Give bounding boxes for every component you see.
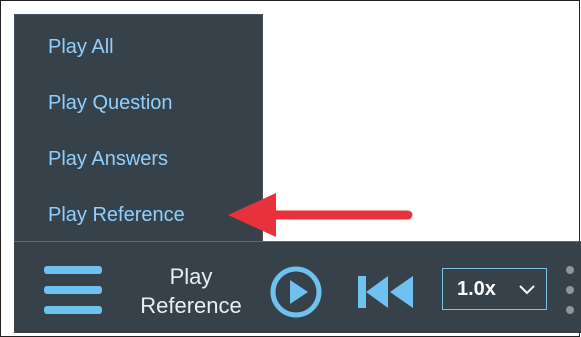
- chevron-down-icon: [519, 285, 535, 295]
- play-mode-label: Play Reference: [124, 262, 258, 320]
- hamburger-icon[interactable]: [44, 266, 102, 314]
- skip-back-button[interactable]: [357, 274, 415, 310]
- skip-back-icon: [358, 276, 413, 308]
- red-arrow: [228, 193, 413, 237]
- menu-item-play-answers[interactable]: Play Answers: [48, 147, 168, 171]
- play-button[interactable]: [270, 266, 322, 318]
- menu-item-play-reference[interactable]: Play Reference: [48, 203, 185, 227]
- screenshot-frame: Play All Play Question Play Answers Play…: [0, 0, 581, 337]
- menu-item-play-question[interactable]: Play Question: [48, 91, 173, 115]
- play-mode-label-line1: Play: [169, 264, 213, 289]
- playback-speed-select[interactable]: 1.0x: [442, 268, 547, 310]
- more-options-icon[interactable]: [565, 266, 575, 314]
- menu-item-play-all[interactable]: Play All: [48, 35, 114, 59]
- playback-speed-value: 1.0x: [457, 278, 496, 300]
- audio-toolbar: Play Reference 1.0x: [14, 241, 581, 333]
- play-icon: [270, 266, 322, 318]
- play-mode-label-line2: Reference: [140, 293, 242, 318]
